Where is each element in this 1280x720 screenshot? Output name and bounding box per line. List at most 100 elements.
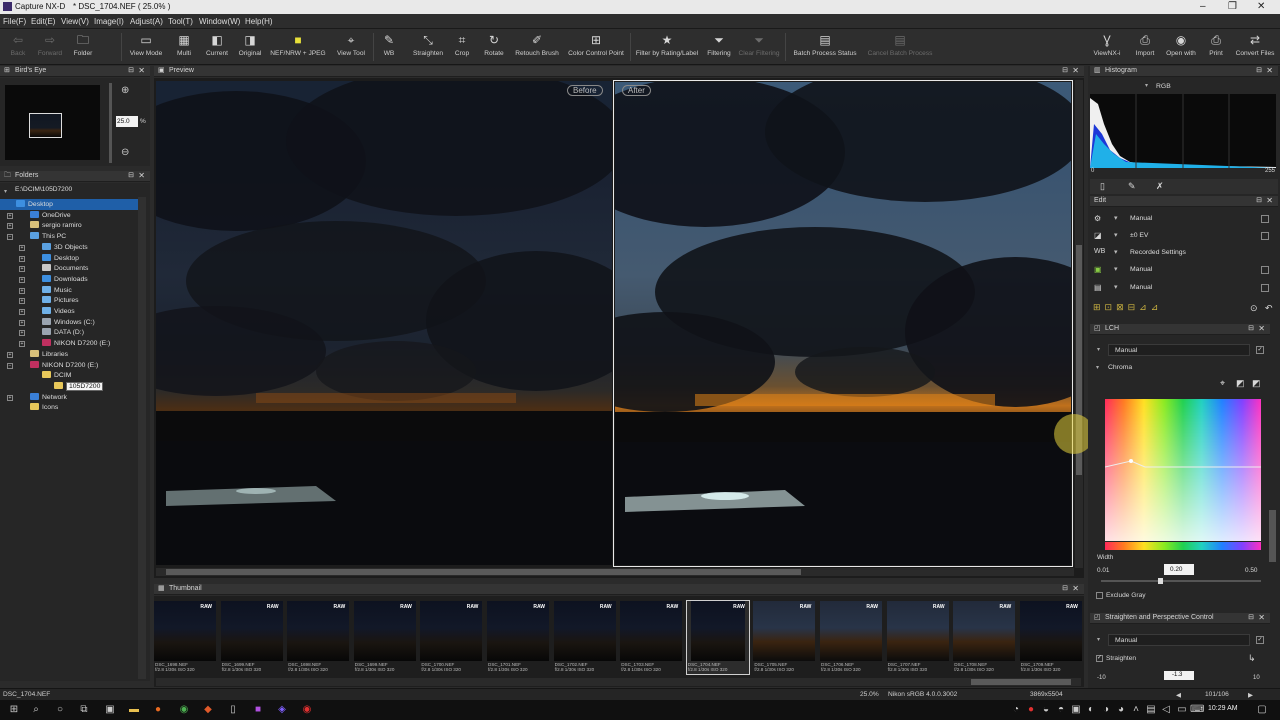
edit-row-adl[interactable]: ▤ ▾ Manual [1090, 281, 1278, 296]
folder-tree-item[interactable]: Libraries [30, 349, 68, 358]
tray-icon[interactable]: ◓ [1055, 704, 1067, 716]
curve-reset-icon[interactable]: ◩ [1252, 378, 1261, 389]
folder-tree-item[interactable]: 105D7200 [54, 381, 104, 391]
wb-button[interactable]: ✎ WB [376, 29, 402, 65]
thumbnail-item[interactable]: RAW DSC_1698.NEF f/2.8 1/30s ISO 320 [287, 601, 350, 674]
notepad-icon[interactable]: ▯ [227, 704, 239, 716]
cancel-batch-button[interactable]: ▤ Cancel Batch Process [862, 29, 938, 65]
retouch-brush-button[interactable]: ✐ Retouch Brush [510, 29, 564, 65]
thumbnail-hscroll-thumb[interactable] [971, 679, 1071, 685]
menu-tool[interactable]: Tool(T) [168, 17, 193, 26]
folder-tree-item[interactable]: Pictures [42, 296, 79, 304]
edit-tab-icon[interactable]: ✎ [1128, 181, 1136, 192]
close-icon[interactable]: ✕ [138, 171, 145, 180]
tray-icon[interactable]: ◒ [1040, 704, 1052, 716]
preview-hscroll[interactable] [156, 568, 1074, 576]
close-icon[interactable]: ✕ [1266, 196, 1273, 205]
chevron-down-icon[interactable]: ▾ [1097, 636, 1100, 643]
chevron-up-icon[interactable]: ˄ [1130, 704, 1142, 716]
folder-tree-item[interactable]: DATA (D:) [42, 328, 84, 336]
thumbnail-item[interactable]: RAW DSC_1706.NEF f/2.8 1/30s ISO 320 [820, 601, 882, 674]
minimize-icon[interactable]: – [1200, 1, 1206, 12]
multi-button[interactable]: ▦ Multi [170, 29, 198, 65]
pin-icon[interactable]: ⊟ [1256, 196, 1262, 204]
folder-tree-item[interactable]: NIKON D7200 (E:) [42, 339, 110, 347]
menu-edit[interactable]: Edit(E) [31, 17, 55, 26]
rotate-button[interactable]: ↻ Rotate [478, 29, 510, 65]
zoom-input[interactable]: 25.0 [116, 116, 138, 127]
birds-eye-thumbnail[interactable] [5, 85, 100, 160]
thumbnail-hscroll[interactable] [156, 678, 1081, 686]
firefox-icon[interactable]: ● [152, 704, 164, 716]
lch-preset-dropdown[interactable]: Manual [1108, 344, 1250, 356]
maximize-icon[interactable]: ❐ [1228, 1, 1237, 12]
crosshair-icon[interactable]: ⌖ [1220, 378, 1225, 389]
chevron-down-icon[interactable]: ▾ [4, 188, 7, 195]
straighten-tool-icon[interactable]: ↳ [1248, 653, 1256, 664]
pin-icon[interactable]: ⊟ [1248, 613, 1254, 621]
network-icon[interactable]: ▤ [1145, 704, 1157, 716]
tree-expander[interactable]: + [19, 276, 25, 283]
tree-expander[interactable]: + [19, 309, 25, 315]
tree-expander[interactable]: + [7, 223, 13, 230]
preview-vscroll[interactable] [1075, 80, 1083, 568]
pin-icon[interactable]: ⊟ [1256, 66, 1262, 74]
tree-expander[interactable]: + [19, 341, 25, 348]
store-icon[interactable]: ▣ [104, 704, 116, 716]
viewnx-button[interactable]: Ɣ ViewNX-i [1092, 29, 1122, 65]
thumbnail-item[interactable]: RAW DSC_1702.NEF f/2.8 1/30s ISO 320 [553, 601, 616, 674]
after-image[interactable] [615, 82, 1071, 565]
prev-icon[interactable]: ◀ [1176, 691, 1181, 699]
close-icon[interactable]: ✕ [138, 66, 145, 75]
tree-expander[interactable]: + [19, 298, 25, 305]
chevron-down-icon[interactable]: ▾ [1096, 364, 1099, 371]
folder-button[interactable]: 🗀 Folder [68, 29, 98, 65]
edit-row-wb[interactable]: WB ▾ Recorded Settings [1090, 246, 1278, 261]
checkbox[interactable] [1261, 284, 1269, 292]
filter-rating-button[interactable]: ★ Filter by Rating/Label [632, 29, 702, 65]
close-icon[interactable]: ✕ [1257, 1, 1265, 12]
tree-expander[interactable]: + [19, 287, 25, 294]
keyboard-icon[interactable]: ⌨ [1190, 704, 1204, 716]
straighten-checkbox[interactable]: ✓ [1096, 655, 1103, 662]
straighten-button[interactable]: ⤡ Straighten [408, 29, 448, 65]
checkbox[interactable] [1261, 215, 1269, 223]
zoom-out-icon[interactable]: ⊖ [121, 147, 129, 158]
tray-record-icon[interactable]: ● [1025, 704, 1037, 716]
edit-row-exposure[interactable]: ◪ ▾ ±0 EV [1090, 229, 1278, 244]
folder-tree-item[interactable]: NIKON D7200 (E:) [30, 360, 98, 369]
width-slider[interactable] [1101, 578, 1261, 584]
tools-tab-icon[interactable]: ✗ [1156, 181, 1164, 192]
capture-nx-icon[interactable]: ◈ [276, 704, 288, 716]
search-icon[interactable]: ⌕ [30, 704, 42, 716]
print-button[interactable]: ⎙ Print [1204, 29, 1228, 65]
folder-tree-item[interactable]: 3D Objects [42, 242, 88, 251]
pin-icon[interactable]: ⊟ [1062, 584, 1068, 592]
close-icon[interactable]: ✕ [1072, 66, 1079, 75]
thumbnail-item[interactable]: RAW DSC_1699.NEF f/2.8 1/30s ISO 320 [353, 601, 416, 674]
view-tool-button[interactable]: ⌖ View Tool [332, 29, 370, 65]
folder-tree-item[interactable]: Downloads [42, 274, 88, 283]
menu-file[interactable]: File(F) [3, 17, 26, 26]
thumbnail-item[interactable]: RAW DSC_1708.NEF f/2.8 1/30s ISO 320 [953, 601, 1016, 674]
chrome-icon[interactable]: ◉ [178, 704, 190, 716]
folder-tree-item[interactable]: DCIM [42, 371, 71, 379]
reset-icon[interactable]: ⊙ [1250, 303, 1258, 314]
tree-expander[interactable]: + [7, 351, 13, 358]
folder-tree-item[interactable]: Network [30, 392, 67, 401]
checkbox[interactable] [1261, 232, 1269, 240]
thumbnail-item[interactable]: RAW DSC_1709.NEF f/2.8 1/30s ISO 320 [1019, 601, 1082, 674]
batch-status-button[interactable]: ▤ Batch Process Status [788, 29, 862, 65]
pin-icon[interactable]: ⊟ [128, 66, 134, 74]
forward-button[interactable]: ⇨ Forward [34, 29, 66, 65]
thumbnail-item[interactable]: RAW DSC_1703.NEF f/2.8 1/30s ISO 320 [620, 601, 683, 674]
thumbnail-item[interactable]: RAW DSC_1701.NEF f/2.8 1/30s ISO 320 [487, 601, 549, 674]
folder-tree-item[interactable]: sergio ramiro [30, 221, 82, 229]
folder-tree-item[interactable]: Desktop [16, 200, 53, 208]
width-input[interactable]: 0.20 [1164, 564, 1194, 575]
pin-icon[interactable]: ⊟ [1062, 66, 1068, 74]
right-panel-scroll-thumb[interactable] [1269, 510, 1276, 562]
battery-icon[interactable]: ▭ [1176, 704, 1188, 716]
birds-eye-viewport[interactable] [29, 113, 62, 138]
info-tab-icon[interactable]: ▯ [1100, 181, 1105, 192]
